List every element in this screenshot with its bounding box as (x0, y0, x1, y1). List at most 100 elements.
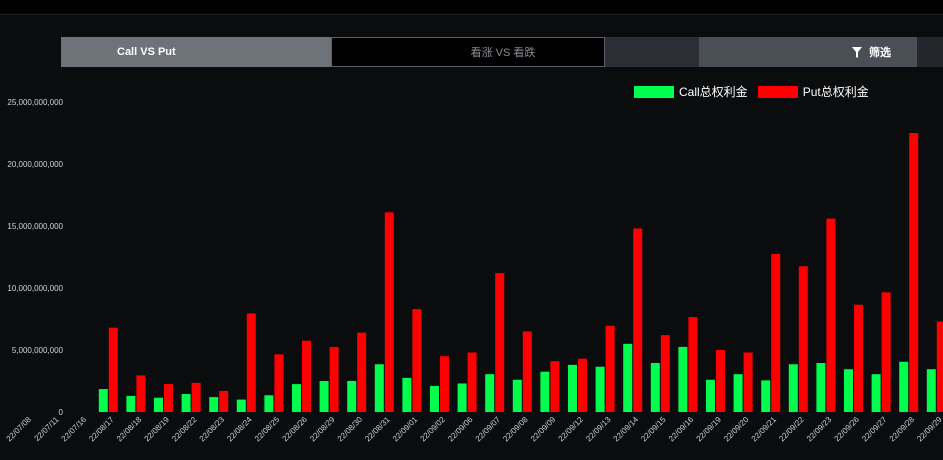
call-bar[interactable] (623, 343, 633, 412)
call-bar[interactable] (264, 395, 274, 412)
call-bar[interactable] (292, 384, 301, 412)
put-bar[interactable] (164, 384, 173, 412)
bar-chart: 0 5,000,000,000 10,000,000,000 15,000,000,0… (5, 98, 943, 444)
x-tick-label: 22/09/14 (612, 415, 641, 444)
call-bar[interactable] (126, 395, 136, 412)
x-tick-label: 22/09/29 (915, 415, 943, 444)
put-bar[interactable] (716, 350, 725, 412)
put-bar[interactable] (771, 253, 781, 412)
call-bar[interactable] (540, 371, 550, 412)
y-tick-label: 5,000,000,000 (12, 346, 64, 355)
x-tick-label: 22/09/28 (888, 415, 917, 444)
x-tick-label: 22/08/26 (281, 415, 310, 444)
x-tick-label: 22/09/20 (722, 415, 751, 444)
call-bar[interactable] (402, 377, 412, 412)
put-bar[interactable] (743, 352, 753, 412)
x-tick-label: 22/09/12 (557, 415, 586, 444)
x-tick-label: 22/09/16 (667, 415, 696, 444)
y-tick-label: 15,000,000,000 (7, 222, 63, 231)
put-bar[interactable] (854, 304, 863, 412)
put-bar[interactable] (826, 218, 836, 412)
put-bar[interactable] (605, 325, 615, 412)
call-bar[interactable] (678, 346, 688, 412)
put-bar[interactable] (467, 352, 477, 412)
call-bar[interactable] (319, 381, 329, 412)
put-bar[interactable] (108, 327, 118, 412)
put-bar[interactable] (191, 382, 201, 412)
put-bar[interactable] (798, 266, 808, 412)
x-tick-label: 22/09/08 (501, 415, 530, 444)
call-bar[interactable] (236, 399, 246, 412)
call-bar[interactable] (650, 363, 660, 412)
x-tick-label: 22/09/27 (860, 415, 889, 444)
put-bar[interactable] (936, 321, 943, 412)
put-bar[interactable] (633, 228, 643, 412)
x-tick-label: 22/09/21 (750, 415, 779, 444)
put-bar[interactable] (219, 390, 229, 412)
x-tick-label: 22/09/22 (777, 415, 806, 444)
call-bar[interactable] (816, 363, 826, 412)
call-bar[interactable] (595, 366, 605, 412)
put-bar[interactable] (688, 317, 698, 412)
y-tick-label: 25,000,000,000 (7, 98, 63, 107)
y-tick-label: 10,000,000,000 (7, 284, 63, 293)
put-bar[interactable] (578, 358, 587, 412)
x-tick-label: 22/08/19 (143, 415, 172, 444)
put-bar[interactable] (329, 346, 339, 412)
put-bar[interactable] (881, 292, 891, 412)
put-bar[interactable] (660, 335, 670, 412)
put-bar[interactable] (522, 331, 532, 412)
call-bar[interactable] (733, 374, 743, 412)
call-bar[interactable] (485, 374, 495, 412)
put-bar[interactable] (384, 212, 394, 412)
call-bar[interactable] (788, 364, 798, 412)
x-tick-label: 22/09/15 (639, 415, 668, 444)
call-bar[interactable] (98, 389, 108, 412)
call-bar[interactable] (430, 385, 439, 412)
call-bar[interactable] (374, 364, 384, 412)
x-tick-label: 22/08/30 (336, 415, 365, 444)
x-tick-label: 22/07/08 (5, 415, 34, 444)
put-bar[interactable] (909, 133, 919, 412)
x-tick-label: 22/07/16 (60, 415, 89, 444)
x-tick-label: 22/09/13 (584, 415, 613, 444)
x-tick-label: 22/09/07 (474, 415, 503, 444)
call-bar[interactable] (209, 397, 219, 412)
call-bar[interactable] (761, 380, 771, 412)
x-tick-label: 22/08/25 (253, 415, 282, 444)
put-bar[interactable] (136, 375, 146, 412)
call-bar[interactable] (347, 381, 357, 412)
put-bar[interactable] (274, 354, 284, 412)
put-bar[interactable] (302, 340, 311, 412)
x-tick-label: 22/09/02 (419, 415, 448, 444)
call-bar[interactable] (706, 379, 715, 412)
call-bar[interactable] (154, 397, 163, 412)
x-tick-label: 22/08/22 (170, 415, 199, 444)
x-tick-label: 22/08/23 (198, 415, 227, 444)
x-tick-label: 22/07/11 (33, 415, 61, 443)
put-bar[interactable] (246, 313, 256, 412)
y-tick-label: 0 (59, 408, 64, 417)
x-tick-label: 22/08/24 (225, 415, 254, 444)
x-tick-label: 22/09/26 (833, 415, 862, 444)
call-bar[interactable] (512, 379, 522, 412)
put-bar[interactable] (495, 273, 505, 412)
put-bar[interactable] (550, 361, 560, 412)
put-bar[interactable] (412, 309, 422, 412)
call-bar[interactable] (844, 369, 853, 412)
x-tick-label: 22/09/06 (446, 415, 475, 444)
call-bar[interactable] (926, 369, 936, 412)
x-tick-label: 22/08/31 (363, 415, 392, 444)
put-bar[interactable] (440, 356, 449, 412)
put-bar[interactable] (357, 332, 367, 412)
x-tick-label: 22/08/17 (87, 415, 116, 444)
call-bar[interactable] (568, 364, 577, 412)
call-bar[interactable] (181, 394, 191, 412)
call-bar[interactable] (899, 361, 909, 412)
call-bar[interactable] (871, 374, 881, 412)
x-tick-label: 22/09/01 (391, 415, 420, 444)
call-bar[interactable] (457, 383, 467, 412)
x-tick-label: 22/09/09 (529, 415, 558, 444)
x-tick-label: 22/08/18 (115, 415, 144, 444)
x-tick-label: 22/09/19 (695, 415, 724, 444)
